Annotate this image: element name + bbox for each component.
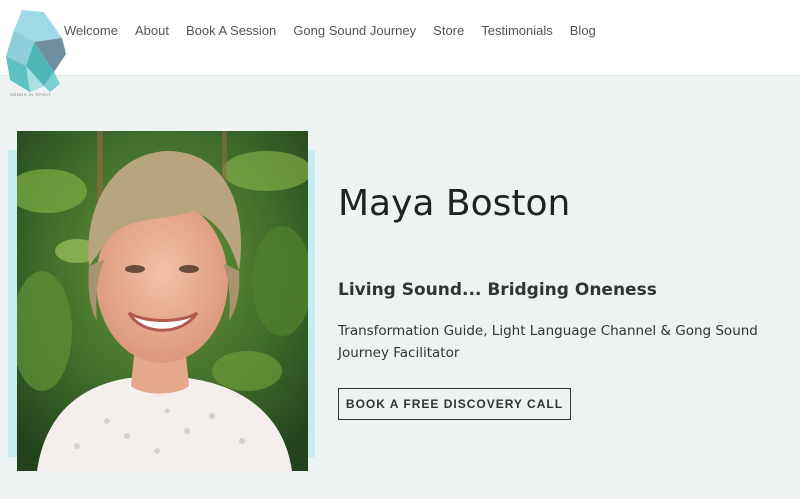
nav-item-store[interactable]: Store — [433, 22, 464, 40]
page-title: Maya Boston — [338, 183, 571, 224]
site-header: SONGS IN SPIRIT Welcome About Book A Ses… — [0, 0, 800, 97]
portrait-photo — [17, 131, 308, 471]
nav-item-blog[interactable]: Blog — [570, 22, 596, 40]
logo-text: SONGS IN SPIRIT — [10, 92, 52, 97]
crystal-logo-icon[interactable] — [4, 8, 70, 98]
main-nav: Welcome About Book A Session Gong Sound … — [64, 22, 613, 40]
tagline: Living Sound... Bridging Oneness — [338, 280, 657, 300]
nav-item-gong-sound-journey[interactable]: Gong Sound Journey — [293, 22, 416, 40]
book-discovery-call-button[interactable]: BOOK A FREE DISCOVERY CALL — [338, 388, 571, 420]
hero-description: Transformation Guide, Light Language Cha… — [338, 323, 758, 361]
nav-item-book-a-session[interactable]: Book A Session — [186, 22, 276, 40]
nav-item-testimonials[interactable]: Testimonials — [481, 22, 553, 40]
nav-item-welcome[interactable]: Welcome — [64, 22, 118, 40]
nav-item-about[interactable]: About — [135, 22, 169, 40]
